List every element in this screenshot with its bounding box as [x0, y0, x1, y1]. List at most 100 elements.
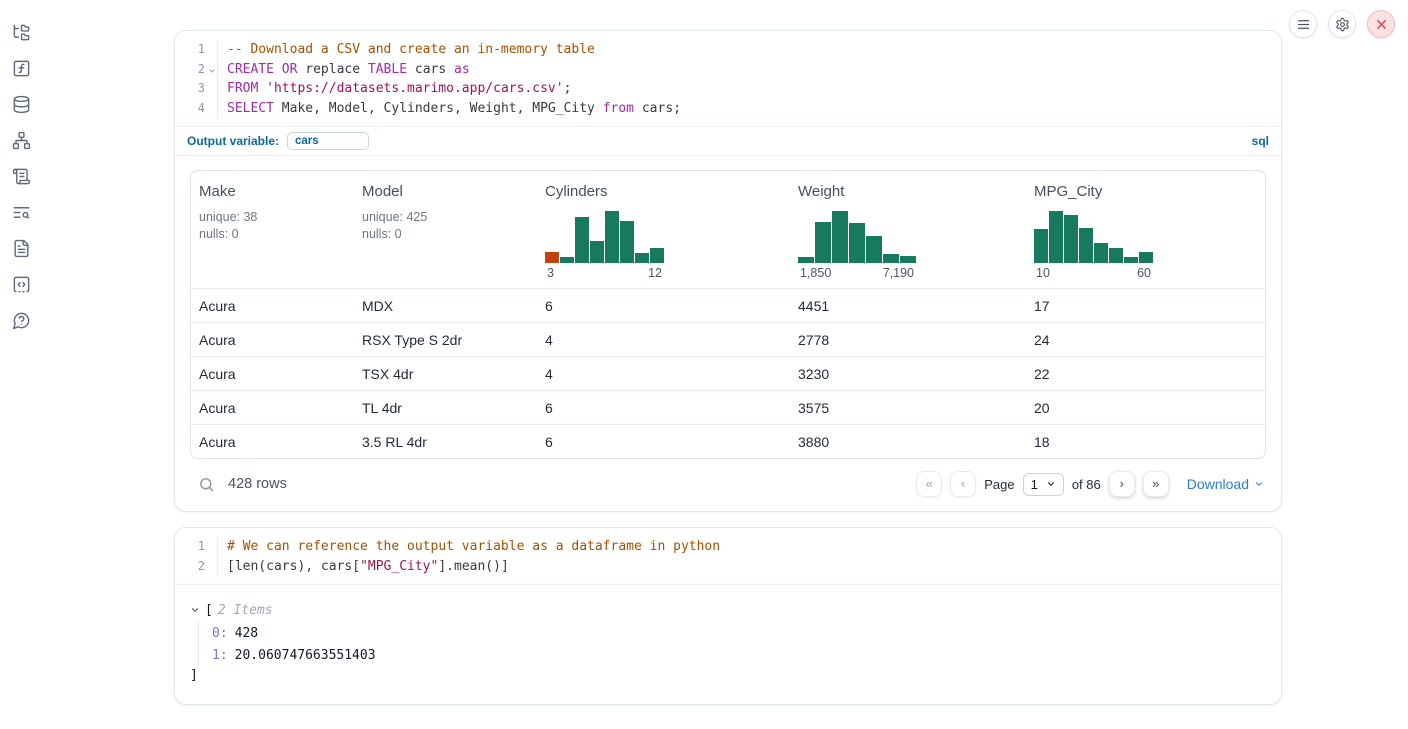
table-row[interactable]: AcuraTL 4dr6357520 [191, 391, 1265, 425]
histogram-min-label: 1,850 [800, 266, 831, 280]
table-row[interactable]: AcuraRSX Type S 2dr4277824 [191, 323, 1265, 357]
dependencies-icon[interactable] [12, 130, 32, 150]
table-cell: 2778 [790, 323, 1026, 356]
column-name: Cylinders [545, 183, 782, 200]
snippets-icon[interactable] [12, 274, 32, 294]
code-text: CREATE OR replace TABLE cars as [218, 60, 470, 80]
histogram-max-label: 12 [648, 266, 662, 280]
tree-entry-key: 0: [212, 626, 228, 641]
column-header[interactable]: Modelunique: 425nulls: 0 [354, 171, 537, 288]
output-variable-input[interactable] [287, 132, 369, 150]
tree-entry-value: 20.060747663551403 [235, 648, 376, 663]
histogram-bar [900, 256, 916, 263]
table-cell: Acura [191, 391, 354, 424]
list-search-icon[interactable] [12, 202, 32, 222]
table-cell: 20 [1026, 391, 1265, 424]
line-number: 3 [175, 79, 218, 99]
first-page-button[interactable]: « [916, 471, 942, 497]
table-cell: Acura [191, 323, 354, 356]
table-cell: 3575 [790, 391, 1026, 424]
histogram-bar [1034, 229, 1048, 263]
histogram-bar [545, 252, 559, 263]
line-number: 2 [175, 557, 218, 577]
page-select[interactable]: 1 [1023, 473, 1064, 496]
column-header[interactable]: Weight1,8507,190 [790, 171, 1026, 288]
line-number: 4 [175, 99, 218, 119]
download-button[interactable]: Download [1187, 476, 1264, 492]
column-name: MPG_City [1034, 183, 1257, 200]
histogram-bar [1079, 228, 1093, 263]
histogram-bar [575, 217, 589, 263]
menu-icon [1296, 17, 1311, 32]
chevron-down-icon [1254, 479, 1264, 489]
table-cell: 24 [1026, 323, 1265, 356]
histogram-bar [605, 211, 619, 263]
gear-icon [1335, 17, 1350, 32]
prev-page-button[interactable]: ‹ [950, 471, 976, 497]
collapse-chevron-icon[interactable] [190, 605, 200, 615]
column-histogram: 3 12 [545, 211, 664, 280]
data-table: Make unique: 38nulls: 0Modelunique: 425nu… [190, 170, 1266, 459]
file-tree-icon[interactable] [12, 22, 32, 42]
chevron-down-icon [1046, 479, 1056, 489]
shutdown-button[interactable] [1367, 10, 1395, 38]
column-header[interactable]: MPG_City 10 60 [1026, 171, 1265, 288]
page-select-value: 1 [1031, 477, 1038, 492]
tree-entry-key: 1: [212, 648, 228, 663]
language-label[interactable]: sql [1252, 134, 1269, 148]
table-cell: 4 [537, 323, 790, 356]
table-cell: 6 [537, 425, 790, 458]
column-stats: unique: 38nulls: 0 [199, 209, 346, 242]
code-text: [len(cars), cars["MPG_City"].mean()] [218, 557, 509, 577]
histogram-max-label: 60 [1137, 266, 1151, 280]
table-row[interactable]: AcuraMDX6445117 [191, 289, 1265, 323]
python-cell: 1# We can reference the output variable … [174, 527, 1282, 705]
functions-icon[interactable] [12, 58, 32, 78]
sql-code-editor[interactable]: 1-- Download a CSV and create an in-memo… [175, 31, 1281, 126]
table-cell: MDX [354, 289, 537, 322]
documentation-icon[interactable] [12, 238, 32, 258]
python-output-tree: [ 2 Items 0:4281:20.060747663551403 ] [175, 585, 1281, 704]
table-footer: 428 rows « ‹ Page 1 of 86 › » Downl [190, 459, 1266, 499]
code-line: 1-- Download a CSV and create an in-memo… [175, 40, 1281, 60]
help-chat-icon[interactable] [12, 310, 32, 330]
histogram-min-label: 10 [1036, 266, 1050, 280]
app-root: 1 -- Download a CSV and create an in-memo… [0, 0, 1408, 729]
code-text: # We can reference the output variable a… [218, 537, 720, 557]
code-text: -- Download a CSV and create an in-memor… [218, 40, 595, 60]
table-cell: Acura [191, 425, 354, 458]
table-body: AcuraMDX6445117AcuraRSX Type S 2dr427782… [191, 289, 1265, 458]
column-header[interactable]: Make unique: 38nulls: 0 [191, 171, 354, 288]
sidebar-panel-rail [0, 0, 44, 330]
code-line: 4SELECT Make, Model, Cylinders, Weight, … [175, 99, 1281, 119]
code-line: 1# We can reference the output variable … [175, 537, 1281, 557]
fold-chevron-icon[interactable] [208, 67, 216, 75]
settings-button[interactable] [1328, 10, 1356, 38]
column-name: Make [199, 183, 346, 200]
histogram-max-label: 7,190 [883, 266, 914, 280]
table-cell: 6 [537, 289, 790, 322]
histogram-bar [883, 254, 899, 263]
histogram-bar [849, 223, 865, 263]
table-cell: RSX Type S 2dr [354, 323, 537, 356]
table-cell: 6 [537, 391, 790, 424]
column-header[interactable]: Cylinders 3 12 [537, 171, 790, 288]
topbar-actions [1289, 10, 1395, 38]
logs-icon[interactable] [12, 166, 32, 186]
table-row[interactable]: Acura3.5 RL 4dr6388018 [191, 425, 1265, 458]
table-row[interactable]: AcuraTSX 4dr4323022 [191, 357, 1265, 391]
python-code-editor[interactable]: 1# We can reference the output variable … [175, 528, 1281, 585]
column-stats: unique: 425nulls: 0 [362, 209, 529, 242]
table-header-row: Make unique: 38nulls: 0Modelunique: 425nu… [191, 171, 1265, 289]
next-page-button[interactable]: › [1109, 471, 1135, 497]
table-cell: 22 [1026, 357, 1265, 390]
search-icon[interactable] [198, 476, 215, 493]
last-page-button[interactable]: » [1143, 471, 1169, 497]
close-icon [1374, 17, 1389, 32]
histogram-min-label: 3 [547, 266, 554, 280]
tree-entry-value: 428 [235, 626, 258, 641]
histogram-bar [1094, 243, 1108, 263]
data-sources-icon[interactable] [12, 94, 32, 114]
menu-button[interactable] [1289, 10, 1317, 38]
pagination: « ‹ Page 1 of 86 › » Download [916, 471, 1264, 497]
